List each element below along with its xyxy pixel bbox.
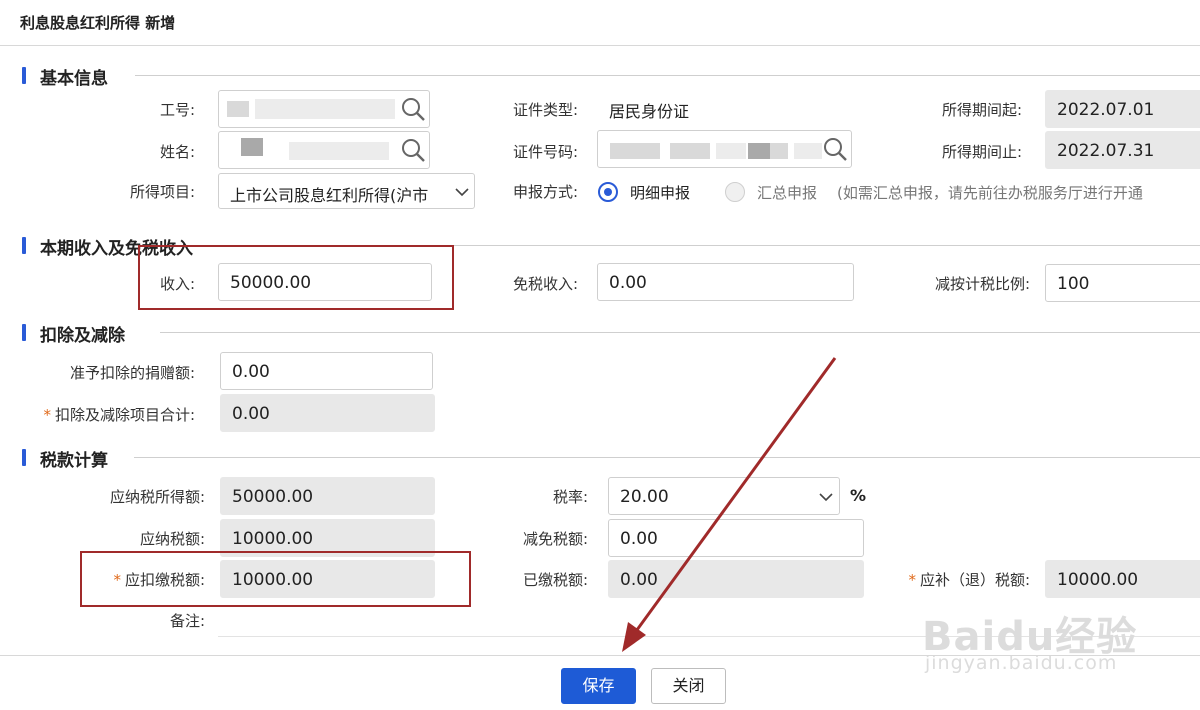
donation-input[interactable]: 0.00 xyxy=(220,352,433,390)
tax-refund-value: 10000.00 xyxy=(1057,570,1139,590)
employee-id-label: 工号: xyxy=(159,101,195,119)
redacted-block xyxy=(670,143,710,159)
tax-rate-value: 20.00 xyxy=(620,487,669,507)
radio-detail-report[interactable] xyxy=(598,182,618,202)
summary-note: (如需汇总申报，请先前往办税服务厅进行开通 xyxy=(837,184,1143,202)
section-title-tax: 税款计算 xyxy=(40,451,108,471)
tax-payable-value: 10000.00 xyxy=(232,529,314,549)
redacted-block xyxy=(794,143,822,159)
redacted-block xyxy=(716,143,746,159)
tax-paid-field: 0.00 xyxy=(608,560,864,598)
redacted-block xyxy=(610,143,660,159)
section-divider xyxy=(135,75,1200,76)
taxable-income-value: 50000.00 xyxy=(232,487,314,507)
exempt-income-label: 免税收入: xyxy=(512,275,578,293)
remark-label: 备注: xyxy=(169,612,205,630)
section-basic-info: 基本信息 xyxy=(22,63,1200,89)
required-marker: * xyxy=(43,406,51,424)
tax-ratio-input[interactable]: 100 xyxy=(1045,264,1200,302)
name-label: 姓名: xyxy=(159,143,195,161)
tax-refund-field: 10000.00 xyxy=(1045,560,1200,598)
exempt-income-input[interactable]: 0.00 xyxy=(597,263,854,301)
tax-reduction-label: 减免税额: xyxy=(522,530,588,548)
donation-value: 0.00 xyxy=(232,362,270,382)
employee-id-field[interactable] xyxy=(218,90,430,128)
dialog-titlebar: 利息股息红利所得 新增 xyxy=(0,0,1200,46)
id-type-value: 居民身份证 xyxy=(609,102,690,121)
required-marker: * xyxy=(908,571,916,589)
period-start-field: 2022.07.01 xyxy=(1045,90,1200,128)
period-start-value: 2022.07.01 xyxy=(1057,100,1155,120)
section-divider xyxy=(134,457,1200,458)
deduction-total-label: * 扣除及减除项目合计: xyxy=(8,404,195,425)
section-marker xyxy=(22,67,26,84)
deduction-total-value: 0.00 xyxy=(232,404,270,424)
radio-detail-label: 明细申报 xyxy=(630,184,691,202)
income-item-select[interactable]: 上市公司股息红利所得(沪市 xyxy=(218,173,475,209)
period-start-label: 所得期间起: xyxy=(941,101,1022,119)
id-number-label: 证件号码: xyxy=(512,143,578,161)
tax-ratio-label: 减按计税比例: xyxy=(934,275,1030,293)
id-number-field[interactable] xyxy=(597,130,852,168)
tax-rate-label: 税率: xyxy=(552,488,588,506)
tax-payable-label: 应纳税额: xyxy=(139,530,205,548)
section-title-basic: 基本信息 xyxy=(40,69,108,89)
deduction-total-text: 扣除及减除项目合计: xyxy=(54,406,195,424)
section-deduction: 扣除及减除 xyxy=(22,320,1200,346)
tax-reduction-value: 0.00 xyxy=(620,529,658,549)
section-divider xyxy=(160,332,1200,333)
taxable-income-label: 应纳税所得额: xyxy=(109,488,205,506)
footer-divider xyxy=(0,655,1200,656)
deduction-total-field: 0.00 xyxy=(220,394,435,432)
save-button[interactable]: 保存 xyxy=(561,668,636,704)
chevron-down-icon xyxy=(819,493,833,502)
period-end-label: 所得期间止: xyxy=(941,143,1022,161)
section-marker xyxy=(22,449,26,466)
income-item-label: 所得项目: xyxy=(129,183,195,201)
dialog-title: 利息股息红利所得 新增 xyxy=(20,14,176,32)
redacted-block xyxy=(289,142,389,160)
name-field[interactable] xyxy=(218,131,430,169)
section-title-deduction: 扣除及减除 xyxy=(40,326,125,346)
tax-ratio-value: 100 xyxy=(1057,274,1090,294)
tax-paid-label: 已缴税额: xyxy=(522,571,588,589)
exempt-income-value: 0.00 xyxy=(609,273,647,293)
search-icon[interactable] xyxy=(400,96,426,122)
tax-refund-text: 应补（退）税额: xyxy=(919,571,1030,589)
redacted-block xyxy=(241,138,263,156)
period-end-value: 2022.07.31 xyxy=(1057,141,1155,161)
taxable-income-field: 50000.00 xyxy=(220,477,435,515)
tax-refund-label: * 应补（退）税额: xyxy=(860,569,1030,590)
redacted-block xyxy=(255,99,395,119)
radio-summary-report[interactable] xyxy=(725,182,745,202)
report-method-label: 申报方式: xyxy=(512,183,578,201)
section-tax-calc: 税款计算 xyxy=(22,445,1200,471)
donation-label: 准予扣除的捐赠额: xyxy=(69,364,195,382)
arrow-head xyxy=(622,622,646,652)
close-button[interactable]: 关闭 xyxy=(651,668,726,704)
redacted-block xyxy=(227,101,249,117)
annotation-highlight-withholding xyxy=(80,551,471,607)
radio-summary-label: 汇总申报 xyxy=(757,184,818,202)
id-type-label: 证件类型: xyxy=(512,101,578,119)
section-marker xyxy=(22,237,26,254)
annotation-highlight-income xyxy=(138,245,454,310)
tax-reduction-input[interactable]: 0.00 xyxy=(608,519,864,557)
redacted-block xyxy=(748,143,770,159)
tax-paid-value: 0.00 xyxy=(620,570,658,590)
income-item-value: 上市公司股息红利所得(沪市 xyxy=(230,186,429,205)
period-end-field: 2022.07.31 xyxy=(1045,131,1200,169)
search-icon[interactable] xyxy=(400,137,426,163)
tax-rate-select[interactable]: 20.00 xyxy=(608,477,840,515)
section-marker xyxy=(22,324,26,341)
tax-rate-unit: % xyxy=(850,486,867,505)
search-icon[interactable] xyxy=(822,136,848,162)
